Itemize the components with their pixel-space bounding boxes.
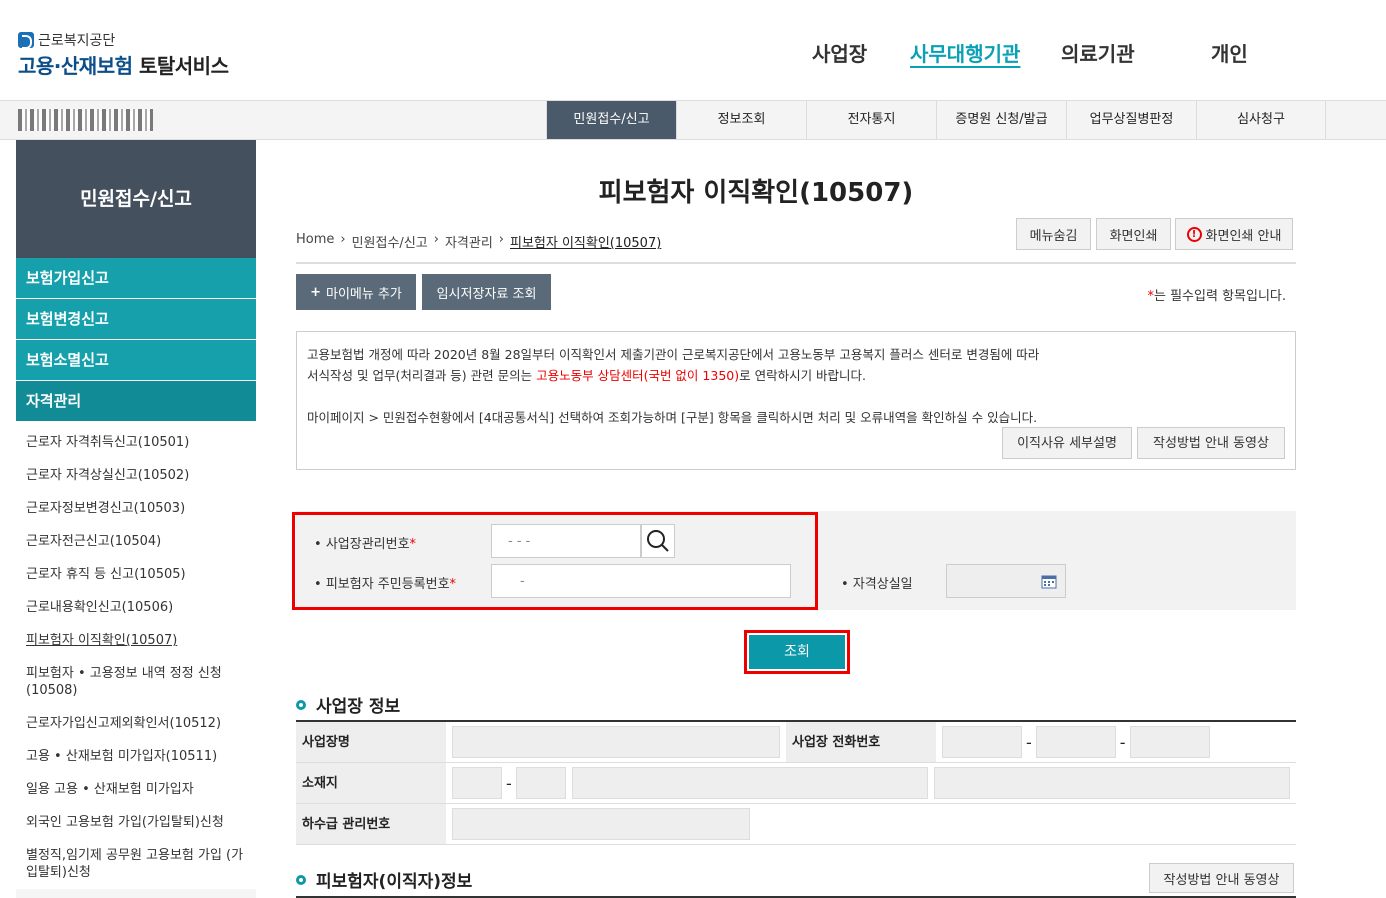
sidebar-item[interactable]: 별정직,임기제 공무원 고용보험 가입 (가입탈퇴)신청 xyxy=(16,839,256,889)
tab-complaint[interactable]: 민원접수/신고 xyxy=(546,101,676,139)
print-guide-button[interactable]: ! 화면인쇄 안내 xyxy=(1175,218,1293,250)
service-name[interactable]: 고용·산재보험 토탈서비스 xyxy=(18,50,229,79)
zip-field-1 xyxy=(452,767,502,799)
sidebar-item[interactable]: 근로자전근신고(10504) xyxy=(16,525,256,558)
sub-no-label: 하수급 관리번호 xyxy=(296,804,446,844)
address-label: 소재지 xyxy=(296,763,446,803)
address-field-1 xyxy=(571,767,928,799)
sidebar-cat-qualification[interactable]: 자격관리 xyxy=(16,381,256,422)
table-row: 소재지 - xyxy=(296,763,1296,804)
tab-appeal[interactable]: 심사청구 xyxy=(1196,101,1326,139)
page-title: 피보험자 이직확인(10507) xyxy=(598,178,914,208)
org-name: 근로복지공단 xyxy=(38,33,116,49)
main-menu-bar: 민원접수/신고 정보조회 전자통지 증명원 신청/발급 업무상질병판정 심사청구 xyxy=(0,100,1386,140)
sidebar-item-active[interactable]: 피보험자 이직확인(10507) xyxy=(16,624,256,657)
topnav-medical[interactable]: 의료기관 xyxy=(1061,38,1135,67)
print-button[interactable]: 화면인쇄 xyxy=(1096,218,1171,250)
plus-icon: + xyxy=(310,284,321,300)
tab-certificate[interactable]: 증명원 신청/발급 xyxy=(936,101,1066,139)
org-logo[interactable]: 근로복지공단 xyxy=(18,30,115,50)
notice-line: 서식작성 및 업무(처리결과 등) 관련 문의는 고용노동부 상담센터(국번 없… xyxy=(307,368,867,383)
required-note: *는 필수입력 항목입니다. xyxy=(1147,289,1287,304)
sidebar-item[interactable]: 근로자정보변경신고(10503) xyxy=(16,492,256,525)
notice-box: 고용보험법 개정에 따라 2020년 8월 28일부터 이직확인서 제출기관이 … xyxy=(296,331,1296,470)
topnav-agency[interactable]: 사무대행기관 xyxy=(910,38,1020,67)
search-submit-button[interactable]: 조회 xyxy=(744,630,850,674)
sidebar-cat-change[interactable]: 보험변경신고 xyxy=(16,299,256,340)
loss-date-field xyxy=(946,564,1066,598)
zip-field-2 xyxy=(515,767,566,799)
phone-field-1 xyxy=(942,726,1022,758)
sidebar: 민원접수/신고 보험가입신고 보험변경신고 보험소멸신고 자격관리 근로자 자격… xyxy=(16,140,256,898)
phone-field-2 xyxy=(1035,726,1116,758)
sidebar-item[interactable]: 근로자가입신고제외확인서(10512) xyxy=(16,707,256,740)
tab-e-notice[interactable]: 전자통지 xyxy=(806,101,936,139)
sidebar-item[interactable]: 근로자 자격상실신고(10502) xyxy=(16,459,256,492)
logo-icon xyxy=(18,32,34,49)
biz-info-title: 사업장 정보 xyxy=(296,692,400,717)
crumb-complaint[interactable]: 민원접수/신고 xyxy=(352,232,428,251)
sub-no-field xyxy=(452,808,750,840)
breadcrumb: Home › 민원접수/신고 › 자격관리 › 피보험자 이직확인(10507) xyxy=(296,232,662,251)
address-field-2 xyxy=(933,767,1290,799)
crumb-qualification[interactable]: 자격관리 xyxy=(445,232,493,251)
hide-menu-button[interactable]: 메뉴숨김 xyxy=(1016,218,1091,250)
biz-name-label: 사업장명 xyxy=(296,722,446,762)
bullet-icon xyxy=(296,699,306,710)
biz-phone-label: 사업장 전화번호 xyxy=(786,722,936,762)
calendar-icon[interactable] xyxy=(1041,573,1057,589)
biz-name-field xyxy=(452,726,780,758)
temp-saved-button[interactable]: 임시저장자료 조회 xyxy=(422,274,551,310)
sidebar-item[interactable]: 외국인 고용보험 가입(가입탈퇴)신청 xyxy=(16,806,256,839)
table-row: 하수급 관리번호 xyxy=(296,804,1296,845)
topnav-personal[interactable]: 개인 xyxy=(1211,38,1248,67)
top-header: 근로복지공단 고용·산재보험 토탈서비스 사업장 사무대행기관 의료기관 개인 xyxy=(0,0,1386,100)
loss-date-label: • 자격상실일 xyxy=(841,577,913,592)
table-row: 사업장명 사업장 전화번호 - - xyxy=(296,722,1296,763)
sidebar-cat-join[interactable]: 보험가입신고 xyxy=(16,258,256,299)
sidebar-cat-extinct[interactable]: 보험소멸신고 xyxy=(16,340,256,381)
tab-disease[interactable]: 업무상질병판정 xyxy=(1066,101,1196,139)
alert-icon: ! xyxy=(1186,226,1202,242)
sidebar-item[interactable]: 고용 • 산재보험 미가입자(10511) xyxy=(16,740,256,773)
crumb-home[interactable]: Home xyxy=(296,232,334,251)
phone-field-3 xyxy=(1129,726,1210,758)
tab-info-inquiry[interactable]: 정보조회 xyxy=(676,101,806,139)
sidebar-list: 근로자 자격취득신고(10501) 근로자 자격상실신고(10502) 근로자정… xyxy=(16,422,256,889)
sidebar-item[interactable]: 근로자 휴직 등 신고(10505) xyxy=(16,558,256,591)
sidebar-item[interactable]: 피보험자 • 고용정보 내역 정정 신청 (10508) xyxy=(16,657,256,707)
sidebar-item[interactable]: 근로내용확인신고(10506) xyxy=(16,591,256,624)
biz-info-table: 사업장명 사업장 전화번호 - - 소재지 - 하수급 관리번호 xyxy=(296,720,1296,845)
reason-detail-button[interactable]: 이직사유 세부설명 xyxy=(1002,427,1132,459)
topnav-business[interactable]: 사업장 xyxy=(812,38,867,67)
sidebar-item[interactable]: 근로자 자격취득신고(10501) xyxy=(16,426,256,459)
sidebar-title: 민원접수/신고 xyxy=(16,140,256,258)
highlight-box xyxy=(292,512,818,610)
add-mymenu-button[interactable]: + 마이메뉴 추가 xyxy=(296,274,416,310)
insured-info-title: 피보험자(이직자)정보 xyxy=(296,867,472,892)
divider xyxy=(296,262,1296,264)
notice-line: 고용보험법 개정에 따라 2020년 8월 28일부터 이직확인서 제출기관이 … xyxy=(307,347,1040,362)
howto-video-button[interactable]: 작성방법 안내 동영상 xyxy=(1137,427,1285,459)
bullet-icon xyxy=(296,874,306,885)
notice-line: 마이페이지 > 민원접수현황에서 [4대공통서식] 선택하여 조회가능하며 [구… xyxy=(307,410,1038,425)
sidebar-item[interactable]: 일용 고용 • 산재보험 미가입자 xyxy=(16,773,256,806)
insured-video-button[interactable]: 작성방법 안내 동영상 xyxy=(1149,863,1294,893)
crumb-current[interactable]: 피보험자 이직확인(10507) xyxy=(510,232,661,251)
pixelated-logo xyxy=(18,109,153,131)
